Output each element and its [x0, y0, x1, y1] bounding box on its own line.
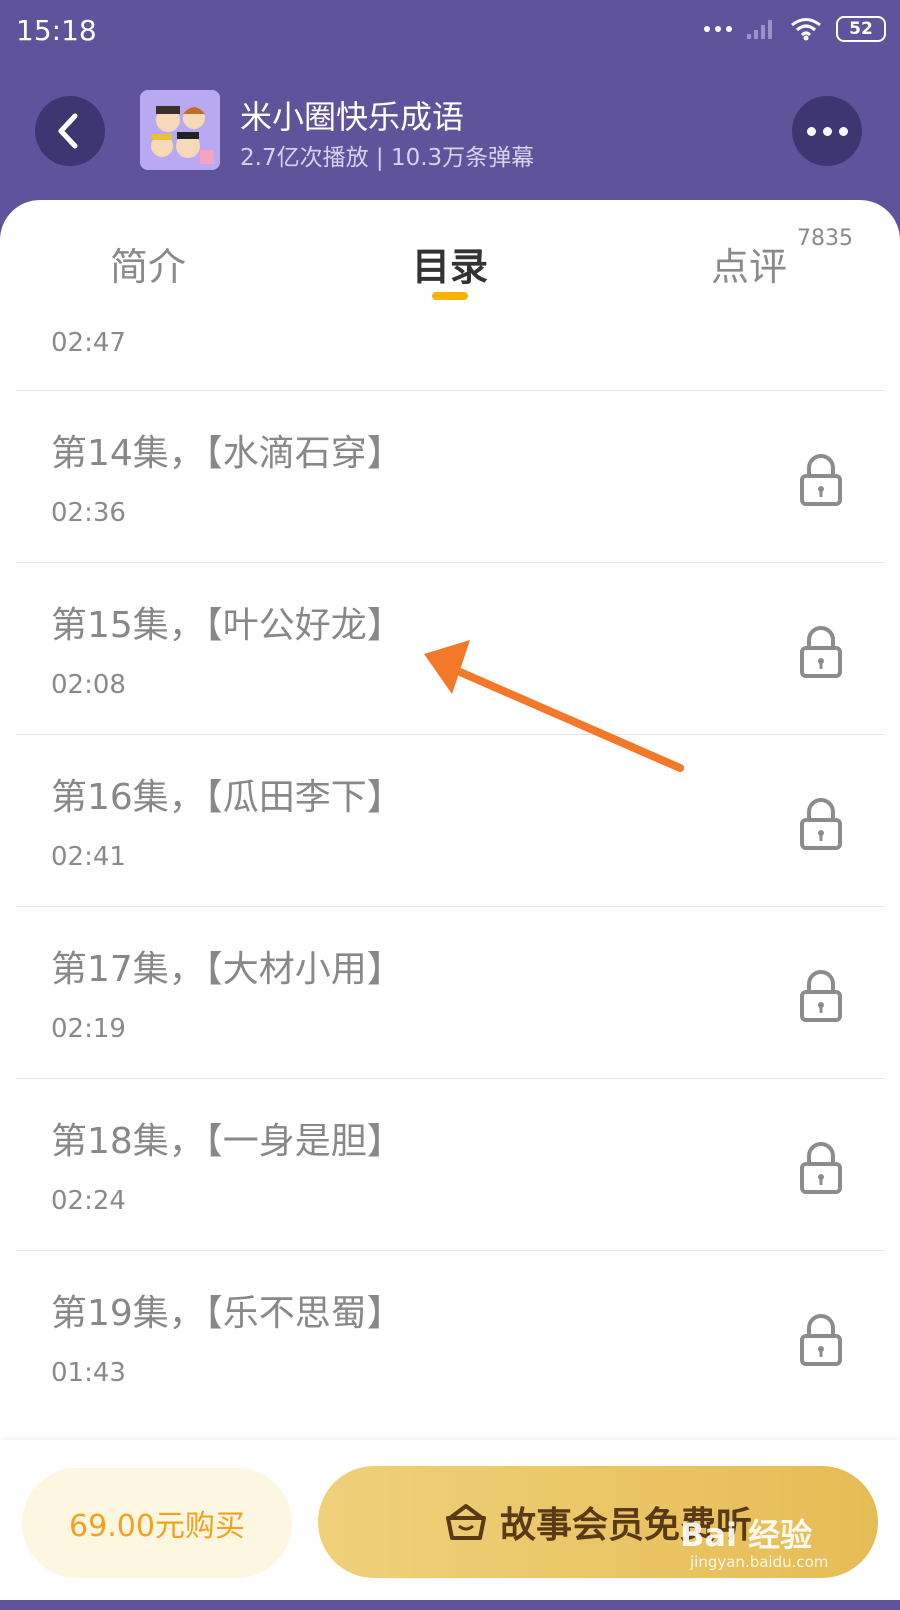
content-sheet: 简介 目录 点评 7835 02:47 第14集，【水滴石穿】 02:36 第1…	[0, 200, 900, 1600]
lock-icon	[800, 798, 842, 850]
back-button[interactable]	[35, 96, 105, 166]
episode-row[interactable]: 02:47	[16, 310, 884, 391]
cartoon-cover-image	[140, 90, 220, 170]
chevron-left-icon	[58, 113, 78, 149]
episode-row[interactable]: 第18集，【一身是胆】 02:24	[16, 1078, 884, 1251]
status-icons: 52	[704, 16, 886, 42]
episode-duration: 02:41	[51, 842, 126, 872]
episode-duration: 02:47	[51, 328, 126, 358]
episode-row[interactable]: 第14集，【水滴石穿】 02:36	[16, 390, 884, 563]
episode-row[interactable]: 第17集，【大材小用】 02:19	[16, 906, 884, 1079]
more-dot-icon	[822, 126, 832, 136]
status-bar: 15:18 52	[0, 0, 900, 62]
buy-button[interactable]: 69.00元购买	[22, 1468, 292, 1578]
tab-reviews[interactable]: 点评	[711, 236, 787, 291]
status-time: 15:18	[16, 14, 97, 47]
reviews-count-badge: 7835	[797, 226, 853, 251]
baidu-watermark: Bai 经验	[680, 1516, 813, 1554]
episode-duration: 01:43	[51, 1358, 126, 1388]
episode-title: 第15集，【叶公好龙】	[51, 605, 403, 646]
episode-duration: 02:19	[51, 1014, 126, 1044]
episode-title: 第17集，【大材小用】	[51, 949, 403, 990]
episode-duration: 02:08	[51, 670, 126, 700]
lock-icon	[800, 454, 842, 506]
episode-row[interactable]: 第16集，【瓜田李下】 02:41	[16, 734, 884, 907]
tab-catalog[interactable]: 目录	[412, 236, 488, 291]
episode-title: 第18集，【一身是胆】	[51, 1121, 403, 1162]
episode-title: 第19集，【乐不思蜀】	[51, 1293, 403, 1334]
active-tab-indicator	[432, 292, 468, 300]
more-dot-icon	[838, 126, 848, 136]
notification-dots-icon	[704, 26, 732, 32]
more-options-button[interactable]	[792, 96, 862, 166]
episode-title: 第14集，【水滴石穿】	[51, 433, 403, 474]
tab-intro[interactable]: 简介	[110, 236, 186, 291]
signal-icon	[747, 20, 772, 39]
battery-icon: 52	[836, 16, 886, 42]
more-dot-icon	[806, 126, 816, 136]
crown-basket-icon	[445, 1504, 486, 1540]
baidu-watermark-url: jingyan.baidu.com	[690, 1553, 829, 1571]
episode-list: 02:47 第14集，【水滴石穿】 02:36 第15集，【叶公好龙】 02:0…	[16, 310, 884, 1610]
lock-icon	[800, 626, 842, 678]
tab-bar: 简介 目录 点评 7835	[0, 200, 900, 310]
album-title: 米小圈快乐成语	[240, 98, 465, 136]
wifi-icon	[791, 18, 821, 41]
album-header: 米小圈快乐成语 2.7亿次播放 | 10.3万条弹幕	[0, 62, 900, 202]
lock-icon	[800, 1314, 842, 1366]
episode-duration: 02:24	[51, 1186, 126, 1216]
episode-row[interactable]: 第19集，【乐不思蜀】 01:43	[16, 1250, 884, 1422]
lock-icon	[800, 1142, 842, 1194]
episode-duration: 02:36	[51, 498, 126, 528]
episode-row[interactable]: 第15集，【叶公好龙】 02:08	[16, 562, 884, 735]
album-stats: 2.7亿次播放 | 10.3万条弹幕	[240, 145, 535, 171]
lock-icon	[800, 970, 842, 1022]
episode-title: 第16集，【瓜田李下】	[51, 777, 403, 818]
album-cover	[140, 90, 220, 170]
